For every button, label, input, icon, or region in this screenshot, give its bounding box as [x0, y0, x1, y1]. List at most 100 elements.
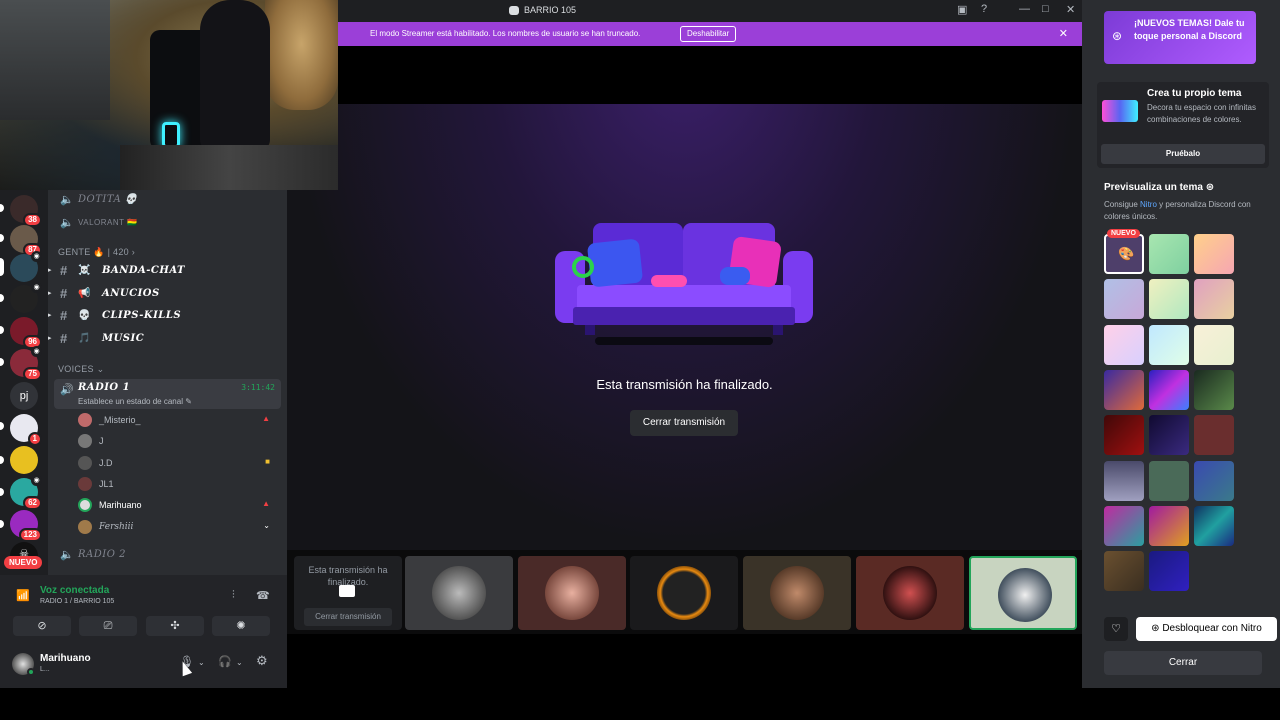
theme-swatch[interactable]: [1104, 370, 1144, 410]
voice-member[interactable]: Fershiii ⌄: [78, 517, 278, 537]
participant-tile[interactable]: [405, 556, 513, 630]
member-name: J: [99, 436, 104, 446]
voice-channel-dotita[interactable]: 🔈 DOTITA 💀: [48, 188, 287, 210]
voice-member[interactable]: Marihuano ▲: [78, 495, 278, 515]
inbox-icon[interactable]: ▣: [957, 3, 967, 16]
try-theme-button[interactable]: Pruébalo: [1101, 144, 1265, 164]
server-icon-9[interactable]: [10, 446, 38, 474]
server-icon-5[interactable]: 96: [10, 317, 42, 349]
theme-swatch[interactable]: [1149, 551, 1189, 591]
server-icon-6[interactable]: ◉ 75: [10, 346, 42, 381]
channel-name: DOTITA 💀: [78, 193, 138, 205]
headphones-icon[interactable]: 🎧: [218, 655, 232, 668]
channel-status[interactable]: Establece un estado de canal ✎: [78, 397, 192, 406]
voice-channel-valorant[interactable]: 🔈 VALORANT 🇧🇴: [48, 211, 287, 233]
help-icon[interactable]: ?: [981, 3, 987, 15]
voice-channel-radio-2[interactable]: 🔈 RADIO 2: [48, 543, 287, 565]
voice-status[interactable]: Voz conectada: [40, 585, 109, 596]
own-stream-tile[interactable]: Esta transmisión ha finalizado. Cerrar t…: [294, 556, 402, 630]
category-voices[interactable]: VOICES ⌄: [58, 364, 104, 375]
close-panel-button[interactable]: Cerrar: [1104, 651, 1262, 675]
create-theme-description: Decora tu espacio con infinitas combinac…: [1147, 103, 1256, 124]
theme-swatch[interactable]: [1194, 415, 1234, 455]
new-themes-promo[interactable]: ⊛ ¡NUEVOS TEMAS! Dale tu toque personal …: [1104, 11, 1256, 64]
minimize-icon[interactable]: —: [1019, 3, 1030, 15]
chevron-down-icon[interactable]: ⌄: [198, 658, 205, 667]
theme-swatch[interactable]: [1104, 279, 1144, 319]
participant-tile[interactable]: [518, 556, 626, 630]
theme-swatch[interactable]: [1149, 461, 1189, 501]
server-icon-pj[interactable]: pj: [10, 382, 38, 410]
text-channel-clips-kills[interactable]: ▸ # 💀 CLIPS-KILLS: [48, 304, 287, 326]
voice-member[interactable]: J.D ■: [78, 453, 278, 473]
theme-swatch[interactable]: [1194, 461, 1234, 501]
unlock-nitro-button[interactable]: ⊛ Desbloquear con Nitro: [1136, 617, 1277, 641]
theme-swatch[interactable]: [1104, 415, 1144, 455]
text-channel-banda-chat[interactable]: ▸ # ☠️ BANDA-CHAT: [48, 259, 287, 281]
server-icon-11[interactable]: 123: [10, 510, 42, 542]
category-gente[interactable]: GENTE 🔥 | 420 ›: [58, 247, 135, 258]
tile-close-stream-button[interactable]: Cerrar transmisión: [304, 608, 392, 626]
camera-off-button[interactable]: ⊘: [13, 616, 71, 636]
signal-icon[interactable]: 📶: [16, 589, 30, 602]
voice-member[interactable]: JL1: [78, 474, 278, 494]
theme-preview-image: [1102, 100, 1138, 122]
member-name: Fershiii: [99, 522, 134, 532]
theme-swatch[interactable]: [1194, 279, 1234, 319]
participant-tile[interactable]: [743, 556, 851, 630]
server-icon-1[interactable]: 38: [10, 195, 42, 227]
theme-swatch[interactable]: [1149, 234, 1189, 274]
pillow-blue: [587, 239, 643, 287]
close-stream-button[interactable]: Cerrar transmisión: [630, 410, 738, 436]
server-icon-3[interactable]: ◉: [10, 251, 42, 282]
theme-swatch[interactable]: [1194, 325, 1234, 365]
nitro-link[interactable]: Nitro: [1140, 200, 1157, 209]
theme-swatch[interactable]: [1149, 325, 1189, 365]
user-name[interactable]: Marihuano: [40, 653, 91, 664]
favorite-button[interactable]: ♡: [1104, 617, 1128, 641]
theme-swatch[interactable]: [1104, 551, 1144, 591]
text-channel-anucios[interactable]: ▸ # 📢 ANUCIOS: [48, 282, 287, 304]
close-icon[interactable]: ✕: [1059, 27, 1068, 40]
participant-tile-speaking[interactable]: [969, 556, 1077, 630]
voice-member[interactable]: _Misterio_ ▲: [78, 410, 278, 430]
server-icon-2[interactable]: 87: [10, 225, 42, 257]
main-stage-area: BARRIO 105 ▣ ? — □ ✕ El modo Streamer es…: [287, 0, 1082, 688]
server-icon-4[interactable]: ◉: [10, 282, 42, 313]
screen-share-button[interactable]: ⎚: [79, 616, 137, 636]
gear-icon[interactable]: ⚙: [256, 653, 268, 669]
channel-emoji: 🎵: [78, 332, 91, 344]
channel-name: BANDA-CHAT: [102, 264, 185, 276]
theme-swatch[interactable]: [1194, 370, 1234, 410]
theme-swatch[interactable]: [1149, 370, 1189, 410]
voice-member[interactable]: J: [78, 431, 278, 451]
soundboard-button[interactable]: ✺: [212, 616, 270, 636]
chevron-down-icon[interactable]: ⌄: [236, 658, 243, 667]
theme-swatch[interactable]: [1149, 506, 1189, 546]
disconnect-icon[interactable]: ☎: [256, 589, 270, 602]
theme-swatch[interactable]: [1104, 506, 1144, 546]
theme-swatch-custom[interactable]: 🎨: [1104, 234, 1144, 274]
server-icon-8[interactable]: 1: [10, 414, 42, 446]
server-rail: 38 87 ◉ ◉ 96 ◉ 75 pj 1 ◉ 62 123 ☠: [0, 190, 48, 575]
new-servers-pill[interactable]: NUEVO: [4, 556, 43, 569]
server-icon-10[interactable]: ◉ 62: [10, 475, 42, 510]
speaker-icon: ◉: [31, 475, 42, 486]
theme-swatch[interactable]: [1194, 506, 1234, 546]
voice-channel-radio-1[interactable]: 🔊 RADIO 1 3:11:42 Establece un estado de…: [54, 379, 281, 409]
disable-streamer-button[interactable]: Deshabilitar: [680, 26, 737, 42]
close-window-icon[interactable]: ✕: [1066, 3, 1075, 16]
noise-suppression-icon[interactable]: ⫶: [232, 589, 235, 602]
theme-swatch[interactable]: [1104, 461, 1144, 501]
participant-tile[interactable]: [630, 556, 738, 630]
theme-swatch[interactable]: [1149, 279, 1189, 319]
activities-button[interactable]: ✣: [146, 616, 204, 636]
chevron-down-icon[interactable]: ⌄: [263, 521, 270, 530]
theme-swatch[interactable]: [1104, 325, 1144, 365]
maximize-icon[interactable]: □: [1042, 3, 1049, 15]
theme-swatch[interactable]: [1149, 415, 1189, 455]
text-channel-music[interactable]: ▸ # 🎵 MUSIC: [48, 327, 287, 349]
theme-swatch[interactable]: [1194, 234, 1234, 274]
participant-tile[interactable]: [856, 556, 964, 630]
server-unread-pill: [0, 520, 4, 528]
